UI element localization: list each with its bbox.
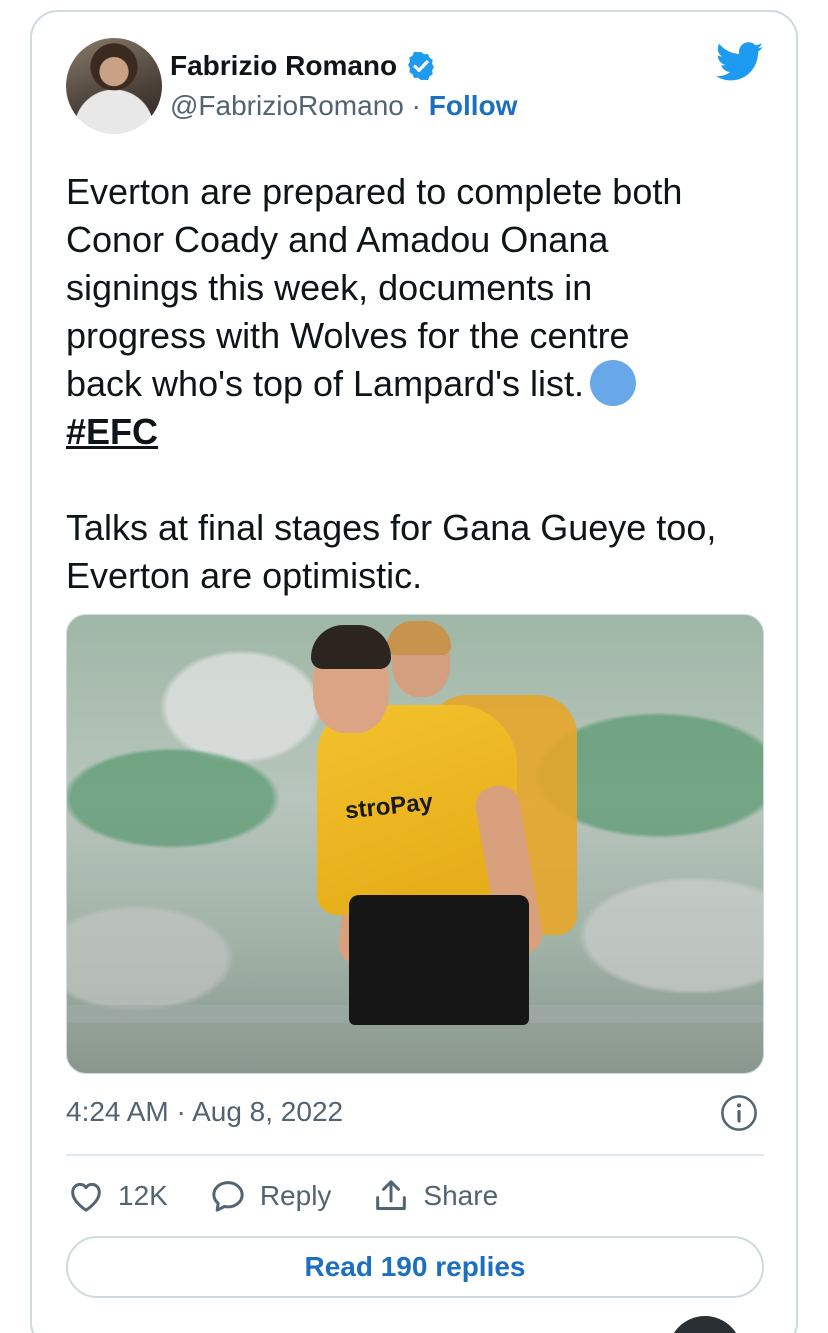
reply-label: Reply (259, 1180, 332, 1211)
tweet-body: Everton are prepared to complete both Co… (66, 168, 776, 600)
tweet-photo[interactable]: stroPay (66, 614, 764, 1074)
follow-link[interactable]: Follow (429, 90, 518, 121)
like-action[interactable]: 12K (66, 1176, 168, 1216)
heart-icon (71, 1182, 101, 1212)
tweet-timestamp[interactable]: 4:24 AM · Aug 8, 2022 (66, 1096, 343, 1128)
like-count: 12K (118, 1180, 168, 1211)
author-avatar[interactable] (66, 38, 162, 134)
background-player-hair (387, 621, 451, 655)
blue-circle-emoji (590, 360, 636, 406)
author-name-row: Fabrizio Romano (170, 50, 437, 82)
twitter-bird-icon[interactable] (716, 42, 764, 82)
tweet-text-main: Everton are prepared to complete both Co… (66, 171, 683, 404)
reply-action[interactable]: Reply (208, 1176, 332, 1216)
action-bar: 12K Reply Share (66, 1176, 538, 1216)
author-name[interactable]: Fabrizio Romano (170, 50, 397, 82)
player-shorts (349, 895, 529, 1025)
verified-badge-icon (408, 51, 435, 81)
share-action[interactable]: Share (371, 1176, 498, 1216)
player-hair (311, 625, 391, 669)
divider (66, 1154, 764, 1156)
info-icon[interactable] (720, 1094, 758, 1132)
hashtag-link[interactable]: #EFC (66, 411, 158, 452)
tweet-card: Fabrizio Romano @FabrizioRomano · Follow… (30, 10, 798, 1333)
handle-separator: · (403, 90, 429, 121)
share-label: Share (423, 1180, 499, 1211)
tweet-text-secondary: Talks at final stages for Gana Gueye too… (66, 507, 717, 596)
share-icon (376, 1180, 407, 1210)
handle-row: @FabrizioRomano · Follow (170, 90, 517, 122)
reply-bubble-icon (212, 1181, 244, 1212)
read-replies-button[interactable]: Read 190 replies (66, 1236, 764, 1298)
author-handle[interactable]: @FabrizioRomano (170, 90, 404, 121)
